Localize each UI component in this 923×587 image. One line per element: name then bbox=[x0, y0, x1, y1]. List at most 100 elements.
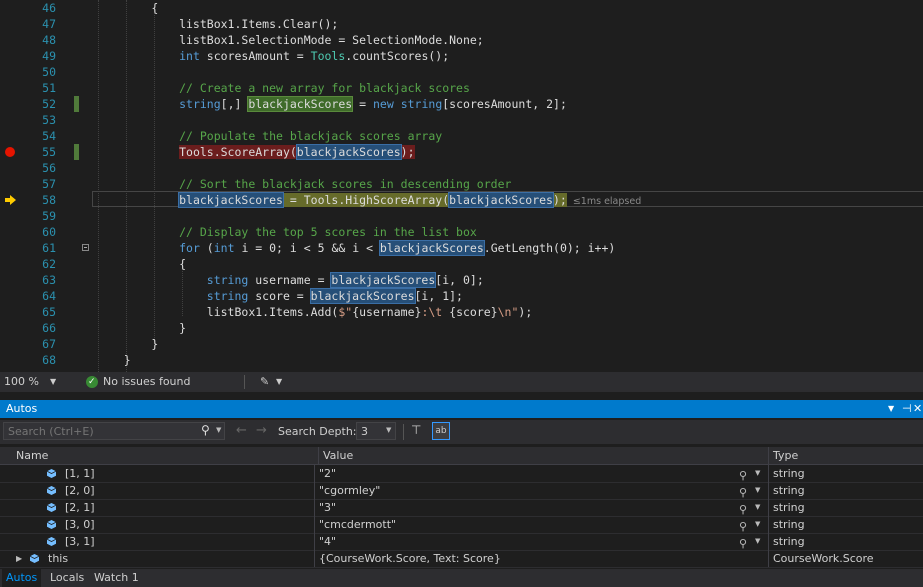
autos-row[interactable]: [3, 0] "cmcdermott" ⚲ ▼ string bbox=[0, 516, 923, 534]
search-icon[interactable]: ⚲ bbox=[201, 423, 210, 437]
autos-row[interactable]: [2, 0] "cgormley" ⚲ ▼ string bbox=[0, 482, 923, 500]
code-line[interactable]: 62 { bbox=[0, 256, 923, 272]
change-marker bbox=[74, 144, 79, 160]
line-number: 51 bbox=[42, 81, 56, 95]
variable-type: string bbox=[773, 467, 805, 480]
code-text[interactable]: listBox1.Items.Add($"{username}:\t {scor… bbox=[96, 304, 532, 320]
code-line[interactable]: 67 } bbox=[0, 336, 923, 352]
code-line[interactable]: 64 string score = blackjackScores[i, 1]; bbox=[0, 288, 923, 304]
code-line[interactable]: 66 } bbox=[0, 320, 923, 336]
row-value-cell[interactable]: "2" ⚲ ▼ bbox=[314, 465, 769, 482]
forward-arrow-icon[interactable]: → bbox=[256, 423, 267, 438]
autos-row[interactable]: ▶ this {CourseWork.Score, Text: Score} Cour… bbox=[0, 550, 923, 568]
code-text[interactable]: string username = blackjackScores[i, 0]; bbox=[96, 272, 484, 288]
row-value-cell[interactable]: "3" ⚲ ▼ bbox=[314, 499, 769, 516]
code-text[interactable]: int scoresAmount = Tools.countScores(); bbox=[96, 48, 449, 64]
chevron-down-icon[interactable]: ▼ bbox=[755, 465, 760, 482]
code-line[interactable]: 52 string[,] blackjackScores = new strin… bbox=[0, 96, 923, 112]
code-text[interactable]: } bbox=[96, 352, 131, 368]
code-line[interactable]: 60 // Display the top 5 scores in the li… bbox=[0, 224, 923, 240]
expand-arrow-icon[interactable]: ▶ bbox=[16, 550, 22, 567]
code-line[interactable]: 48 listBox1.SelectionMode = SelectionMod… bbox=[0, 32, 923, 48]
pin-icon[interactable]: ⊣ bbox=[902, 400, 912, 418]
code-text[interactable]: string score = blackjackScores[i, 1]; bbox=[96, 288, 463, 304]
code-text[interactable]: listBox1.Items.Clear(); bbox=[96, 16, 338, 32]
code-token: = bbox=[352, 97, 373, 111]
code-line[interactable]: 61 for (int i = 0; i < 5 && i < blackjac… bbox=[0, 240, 923, 256]
code-text[interactable]: // Display the top 5 scores in the list … bbox=[96, 224, 477, 240]
column-header-type[interactable]: Type bbox=[768, 447, 798, 464]
code-token: [i, 1]; bbox=[414, 289, 463, 303]
code-text[interactable]: // Populate the blackjack scores array bbox=[96, 128, 442, 144]
code-line[interactable]: 58 blackjackScores = Tools.HighScoreArra… bbox=[0, 192, 923, 208]
row-name-cell: [3, 1] bbox=[0, 533, 313, 550]
column-header-name[interactable]: Name bbox=[16, 447, 48, 464]
code-text[interactable]: // Sort the blackjack scores in descendi… bbox=[96, 176, 511, 192]
brush-icon[interactable]: ✎ bbox=[260, 372, 269, 392]
chevron-down-icon[interactable]: ▼ bbox=[755, 499, 760, 516]
code-text[interactable]: } bbox=[96, 336, 158, 352]
code-line[interactable]: 59 bbox=[0, 208, 923, 224]
perf-tip[interactable]: ≤1ms elapsed bbox=[573, 196, 641, 207]
variable-value: "3" bbox=[319, 501, 337, 514]
code-line[interactable]: 63 string username = blackjackScores[i, … bbox=[0, 272, 923, 288]
row-value-cell[interactable]: {CourseWork.Score, Text: Score} bbox=[314, 550, 769, 567]
code-text[interactable]: string[,] blackjackScores = new string[s… bbox=[96, 96, 567, 112]
row-value-cell[interactable]: "cmcdermott" ⚲ ▼ bbox=[314, 516, 769, 533]
code-text[interactable]: listBox1.SelectionMode = SelectionMode.N… bbox=[96, 32, 484, 48]
code-line[interactable]: 51 // Create a new array for blackjack s… bbox=[0, 80, 923, 96]
collapse-icon[interactable] bbox=[82, 244, 89, 251]
code-line[interactable]: 56 bbox=[0, 160, 923, 176]
code-line[interactable]: 57 // Sort the blackjack scores in desce… bbox=[0, 176, 923, 192]
search-depth-select[interactable]: 3 ▼ bbox=[356, 422, 396, 440]
autos-row[interactable]: [3, 1] "4" ⚲ ▼ string bbox=[0, 533, 923, 551]
code-line[interactable]: 54 // Populate the blackjack scores arra… bbox=[0, 128, 923, 144]
chevron-down-icon[interactable]: ▼ bbox=[276, 372, 282, 392]
current-statement-arrow-icon[interactable] bbox=[5, 195, 16, 205]
row-value-cell[interactable]: "4" ⚲ ▼ bbox=[314, 533, 769, 550]
chevron-down-icon[interactable]: ▼ bbox=[755, 516, 760, 533]
code-line[interactable]: 53 bbox=[0, 112, 923, 128]
breakpoint-icon[interactable] bbox=[5, 147, 15, 157]
search-input[interactable] bbox=[3, 422, 225, 440]
issues-status[interactable]: No issues found bbox=[103, 372, 190, 392]
dropdown-icon[interactable]: ▼ bbox=[888, 400, 894, 418]
line-number: 64 bbox=[42, 289, 56, 303]
change-marker bbox=[74, 96, 79, 112]
code-line[interactable]: 50 bbox=[0, 64, 923, 80]
hex-display-icon[interactable]: ab bbox=[432, 422, 450, 440]
pin-variable-icon[interactable]: ⊤ bbox=[411, 423, 421, 437]
code-text[interactable]: blackjackScores = Tools.HighScoreArray(b… bbox=[96, 192, 641, 208]
chevron-down-icon[interactable]: ▼ bbox=[50, 372, 56, 392]
autos-row[interactable]: [1, 1] "2" ⚲ ▼ string bbox=[0, 465, 923, 483]
code-text[interactable]: } bbox=[96, 320, 186, 336]
zoom-level[interactable]: 100 % bbox=[4, 372, 39, 392]
code-text[interactable]: { bbox=[96, 256, 186, 272]
code-text[interactable]: // Create a new array for blackjack scor… bbox=[96, 80, 470, 96]
code-token: ( bbox=[199, 241, 214, 255]
column-header-value[interactable]: Value bbox=[318, 447, 353, 464]
code-text[interactable]: Tools.ScoreArray(blackjackScores); bbox=[96, 144, 415, 160]
code-line[interactable]: 65 listBox1.Items.Add($"{username}:\t {s… bbox=[0, 304, 923, 320]
row-type-cell: string bbox=[768, 465, 923, 482]
chevron-down-icon[interactable]: ▼ bbox=[755, 533, 760, 550]
back-arrow-icon[interactable]: ← bbox=[236, 423, 247, 438]
code-line[interactable]: 46 { bbox=[0, 0, 923, 16]
code-text[interactable]: { bbox=[96, 0, 158, 16]
autos-row[interactable]: [2, 1] "3" ⚲ ▼ string bbox=[0, 499, 923, 517]
close-icon[interactable]: ✕ bbox=[913, 400, 922, 418]
chevron-down-icon[interactable]: ▼ bbox=[755, 482, 760, 499]
tab-autos[interactable]: Autos bbox=[2, 569, 42, 587]
code-text[interactable]: for (int i = 0; i < 5 && i < blackjackSc… bbox=[96, 240, 615, 256]
code-line[interactable]: 49 int scoresAmount = Tools.countScores(… bbox=[0, 48, 923, 64]
row-value-cell[interactable]: "cgormley" ⚲ ▼ bbox=[314, 482, 769, 499]
tab-locals[interactable]: Locals bbox=[46, 569, 88, 587]
code-line[interactable]: 55 Tools.ScoreArray(blackjackScores); bbox=[0, 144, 923, 160]
code-line[interactable]: 47 listBox1.Items.Clear(); bbox=[0, 16, 923, 32]
tab-watch-1[interactable]: Watch 1 bbox=[90, 569, 143, 587]
chevron-down-icon[interactable]: ▼ bbox=[216, 426, 221, 434]
code-line[interactable]: 68 } bbox=[0, 352, 923, 368]
code-token: int bbox=[213, 241, 235, 255]
code-editor[interactable]: 46 {47 listBox1.Items.Clear(); 48 listBox… bbox=[0, 0, 923, 372]
code-token: int bbox=[179, 49, 200, 63]
